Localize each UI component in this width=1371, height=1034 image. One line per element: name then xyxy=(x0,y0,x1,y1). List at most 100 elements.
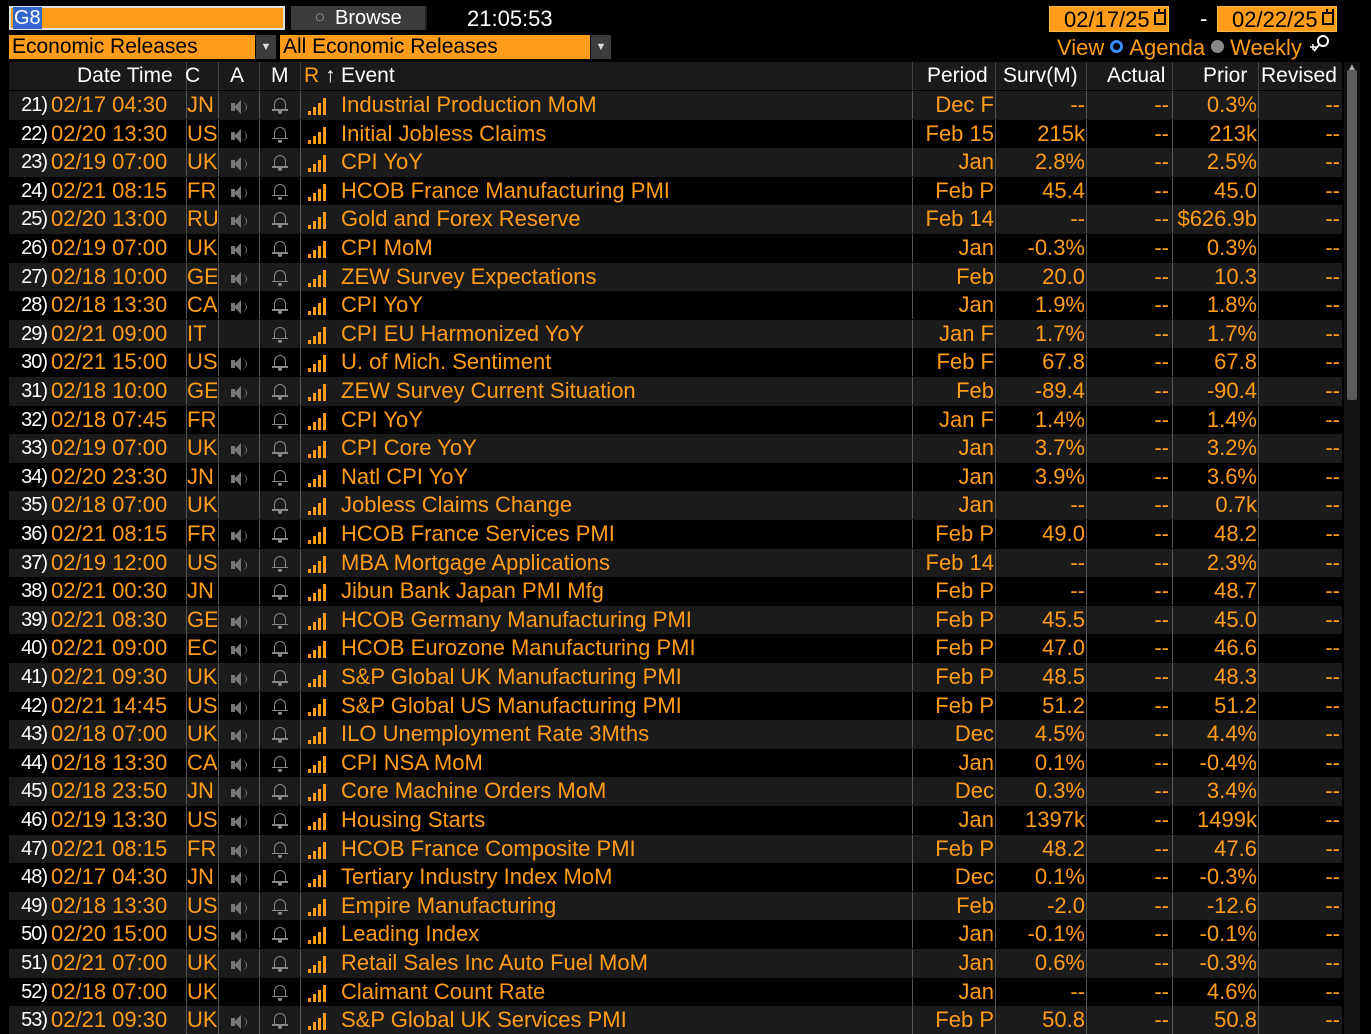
bell-icon[interactable] xyxy=(272,955,288,973)
row-index[interactable]: 24) xyxy=(11,177,47,205)
speaker-icon[interactable] xyxy=(229,729,247,744)
bell-icon[interactable] xyxy=(272,211,288,229)
row-monitor[interactable] xyxy=(265,406,295,434)
row-monitor[interactable] xyxy=(265,806,295,834)
speaker-icon[interactable] xyxy=(229,157,247,172)
row-event[interactable]: ZEW Survey Expectations xyxy=(341,263,911,291)
row-alert[interactable] xyxy=(224,348,252,376)
bell-icon[interactable] xyxy=(272,126,288,144)
bell-icon[interactable] xyxy=(272,640,288,658)
row-index[interactable]: 50) xyxy=(11,920,47,948)
row-index[interactable]: 25) xyxy=(11,205,47,233)
speaker-icon[interactable] xyxy=(229,929,247,944)
row-event[interactable]: HCOB France Manufacturing PMI xyxy=(341,177,911,205)
row-alert[interactable] xyxy=(224,692,252,720)
bell-icon[interactable] xyxy=(272,154,288,172)
row-alert[interactable] xyxy=(224,749,252,777)
row-monitor[interactable] xyxy=(265,978,295,1006)
bell-icon[interactable] xyxy=(272,755,288,773)
table-row[interactable]: 26) 02/19 07:00 UK CPI MoM Jan -0.3% -- 0.3% -- xyxy=(9,234,1342,263)
table-row[interactable]: 53) 02/21 09:30 UK S&P Global UK Services P… xyxy=(9,1006,1342,1034)
bell-icon[interactable] xyxy=(272,497,288,515)
row-alert[interactable] xyxy=(224,177,252,205)
start-date-field[interactable]: 02/17/25 xyxy=(1049,6,1169,32)
row-event[interactable]: Housing Starts xyxy=(341,806,911,834)
row-monitor[interactable] xyxy=(265,606,295,634)
row-monitor[interactable] xyxy=(265,749,295,777)
table-row[interactable]: 22) 02/20 13:30 US Initial Jobless Claims Fe… xyxy=(9,119,1342,149)
table-row[interactable]: 35) 02/18 07:00 UK Jobless Claims Change Jan… xyxy=(9,491,1342,520)
col-actual[interactable]: Actual xyxy=(1107,62,1165,90)
row-index[interactable]: 53) xyxy=(11,1006,47,1034)
row-event[interactable]: Claimant Count Rate xyxy=(341,978,911,1006)
speaker-icon[interactable] xyxy=(229,529,247,543)
row-index[interactable]: 51) xyxy=(11,949,47,977)
table-row[interactable]: 46) 02/19 13:30 US Housing Starts Jan 1397k --… xyxy=(9,806,1342,835)
speaker-icon[interactable] xyxy=(229,300,247,315)
row-alert[interactable] xyxy=(224,920,252,948)
table-row[interactable]: 29) 02/21 09:00 IT CPI EU Harmonized YoY Jan… xyxy=(9,319,1342,349)
row-alert[interactable] xyxy=(224,720,252,748)
bell-icon[interactable] xyxy=(272,812,288,830)
row-index[interactable]: 36) xyxy=(11,520,47,548)
bell-icon[interactable] xyxy=(272,469,288,487)
row-event[interactable]: S&P Global UK Manufacturing PMI xyxy=(341,663,911,691)
bell-icon[interactable] xyxy=(272,555,288,573)
table-row[interactable]: 48) 02/17 04:30 JN Tertiary Industry Index … xyxy=(9,863,1342,892)
table-row[interactable]: 28) 02/18 13:30 CA CPI YoY Jan 1.9% -- 1.8% -- xyxy=(9,291,1342,320)
row-index[interactable]: 29) xyxy=(11,320,47,348)
row-monitor[interactable] xyxy=(265,1006,295,1034)
weekly-label[interactable]: Weekly xyxy=(1230,34,1302,62)
row-index[interactable]: 41) xyxy=(11,663,47,691)
chevron-down-icon[interactable]: ▼ xyxy=(256,35,276,59)
bell-icon[interactable] xyxy=(272,1012,288,1030)
row-index[interactable]: 38) xyxy=(11,577,47,605)
col-survey[interactable]: Surv(M) xyxy=(1003,62,1078,90)
row-index[interactable]: 23) xyxy=(11,148,47,176)
row-event[interactable]: CPI EU Harmonized YoY xyxy=(341,320,911,348)
zoom-icon[interactable] xyxy=(1308,33,1334,63)
speaker-icon[interactable] xyxy=(229,185,247,200)
table-row[interactable]: 42) 02/21 14:45 US S&P Global US Manufactur… xyxy=(9,691,1342,721)
row-event[interactable]: S&P Global US Manufacturing PMI xyxy=(341,692,911,720)
col-alert[interactable]: A xyxy=(230,62,244,90)
sort-arrow-icon[interactable]: ↑ xyxy=(325,62,336,90)
speaker-icon[interactable] xyxy=(229,243,247,257)
col-datetime[interactable]: Date Time xyxy=(77,62,173,90)
row-event[interactable]: MBA Mortgage Applications xyxy=(341,549,911,577)
row-monitor[interactable] xyxy=(265,634,295,662)
row-index[interactable]: 39) xyxy=(11,606,47,634)
row-index[interactable]: 45) xyxy=(11,777,47,805)
speaker-icon[interactable] xyxy=(229,815,247,829)
bell-icon[interactable] xyxy=(272,526,288,544)
row-monitor[interactable] xyxy=(265,234,295,262)
row-monitor[interactable] xyxy=(265,91,295,119)
calendar-icon[interactable] xyxy=(1322,9,1334,25)
row-event[interactable]: ILO Unemployment Rate 3Mths xyxy=(341,720,911,748)
row-event[interactable]: S&P Global UK Services PMI xyxy=(341,1006,911,1034)
row-event[interactable]: HCOB Germany Manufacturing PMI xyxy=(341,606,911,634)
table-row[interactable]: 41) 02/21 09:30 UK S&P Global UK Manufactur… xyxy=(9,663,1342,692)
row-alert[interactable] xyxy=(224,91,252,119)
row-monitor[interactable] xyxy=(265,692,295,720)
row-alert[interactable] xyxy=(224,806,252,834)
bell-icon[interactable] xyxy=(272,612,288,630)
release-filter-dropdown[interactable]: All Economic Releases xyxy=(280,35,590,59)
row-alert[interactable] xyxy=(224,491,252,519)
row-index[interactable]: 27) xyxy=(11,263,47,291)
row-alert[interactable] xyxy=(224,434,252,462)
row-index[interactable]: 34) xyxy=(11,463,47,491)
row-alert[interactable] xyxy=(224,406,252,434)
table-row[interactable]: 51) 02/21 07:00 UK Retail Sales Inc Auto Fu… xyxy=(9,949,1342,978)
row-index[interactable]: 31) xyxy=(11,377,47,405)
row-monitor[interactable] xyxy=(265,835,295,863)
row-alert[interactable] xyxy=(224,320,252,348)
table-row[interactable]: 24) 02/21 08:15 FR HCOB France Manufacturin… xyxy=(9,176,1342,206)
row-alert[interactable] xyxy=(224,835,252,863)
row-monitor[interactable] xyxy=(265,949,295,977)
row-event[interactable]: Gold and Forex Reserve xyxy=(341,205,911,233)
row-event[interactable]: CPI YoY xyxy=(341,291,911,319)
row-alert[interactable] xyxy=(224,949,252,977)
row-event[interactable]: Retail Sales Inc Auto Fuel MoM xyxy=(341,949,911,977)
row-event[interactable]: CPI NSA MoM xyxy=(341,749,911,777)
